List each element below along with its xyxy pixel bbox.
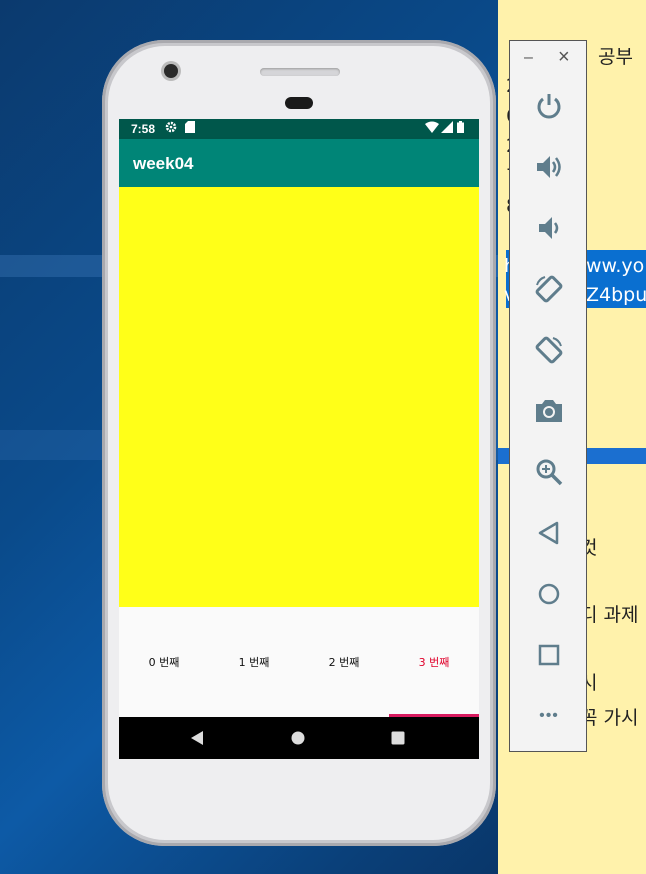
tab-3[interactable]: 3 번째 [389,607,479,717]
wifi-icon [425,121,439,133]
note-text: 꼭 가시 [580,707,639,729]
rotate-right-icon[interactable] [531,332,567,368]
zoom-icon[interactable] [531,454,567,490]
app-title: week04 [133,154,194,173]
home-icon[interactable] [288,728,308,748]
tab-0[interactable]: 0 번째 [119,607,209,717]
note-text: 디 과제 [580,604,639,626]
android-nav-bar [119,717,479,759]
back-icon[interactable] [188,728,208,748]
earpiece-speaker [260,68,340,76]
close-icon[interactable]: × [558,46,570,69]
rotate-left-icon[interactable] [531,271,567,307]
volume-down-icon[interactable] [531,210,567,246]
battery-icon [457,121,464,133]
sd-card-icon [185,121,195,133]
recents-icon[interactable] [388,728,408,748]
gear-icon [165,121,177,133]
signal-icon [441,121,453,133]
camera-icon[interactable] [531,393,567,429]
link-text: ww.yo [586,255,645,277]
tab-1[interactable]: 1 번째 [209,607,299,717]
device-screen[interactable]: 7:58 week04 0 번째 1 번째 2 번째 3 번째 [119,119,479,759]
emulator-toolbar: – × ••• [509,40,587,752]
home-icon[interactable] [531,576,567,612]
status-bar: 7:58 [119,119,479,139]
front-camera [164,64,178,78]
proximity-sensor [285,97,313,109]
link-text: Z4bpu [586,284,646,306]
volume-up-icon[interactable] [531,149,567,185]
power-icon[interactable] [531,88,567,124]
overview-icon[interactable] [531,637,567,673]
note-text: 공부 [598,46,633,68]
status-time: 7:58 [131,122,156,136]
tab-bar: 0 번째 1 번째 2 번째 3 번째 [119,607,479,717]
app-bar: week04 [119,139,479,187]
back-icon[interactable] [531,515,567,551]
minimize-icon[interactable]: – [524,49,533,67]
more-icon[interactable]: ••• [531,698,567,734]
tab-2[interactable]: 2 번째 [299,607,389,717]
fragment-content-area[interactable] [119,187,479,607]
